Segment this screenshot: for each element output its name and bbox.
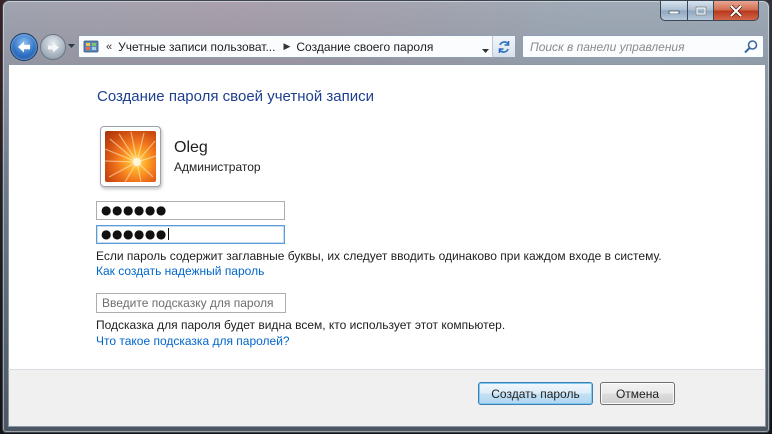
back-arrow-icon bbox=[18, 41, 30, 53]
page-title: Создание пароля своей учетной записи bbox=[97, 88, 375, 105]
control-panel-icon bbox=[83, 39, 99, 55]
search-icon[interactable] bbox=[743, 39, 759, 55]
user-picture bbox=[105, 131, 156, 182]
search-box[interactable]: Поиск в панели управления bbox=[522, 35, 764, 58]
text-caret bbox=[167, 228, 169, 240]
breadcrumb-create-password[interactable]: Создание своего пароля bbox=[296, 40, 433, 54]
chevron-down-icon bbox=[67, 44, 75, 48]
refresh-button[interactable] bbox=[492, 35, 516, 58]
breadcrumb-user-accounts[interactable]: Учетные записи пользоват... bbox=[118, 40, 275, 54]
password-hint-field[interactable]: Введите подсказку для пароля bbox=[96, 293, 286, 313]
caption-buttons bbox=[660, 1, 759, 21]
user-role: Администратор bbox=[174, 160, 261, 174]
back-button[interactable] bbox=[10, 33, 38, 61]
address-bar[interactable]: « Учетные записи пользоват... ▶ Создание… bbox=[78, 35, 494, 58]
password-hint-placeholder: Введите подсказку для пароля bbox=[102, 296, 274, 310]
confirm-password-field[interactable]: ●●●●●● bbox=[96, 225, 285, 244]
chevron-down-icon bbox=[482, 49, 489, 53]
breadcrumb-separator[interactable]: ▶ bbox=[283, 41, 290, 52]
minimize-button[interactable] bbox=[660, 1, 688, 21]
search-placeholder[interactable]: Поиск в панели управления bbox=[530, 40, 743, 54]
address-dropdown[interactable] bbox=[482, 42, 489, 56]
flower-picture-icon bbox=[105, 131, 156, 182]
breadcrumb-overflow[interactable]: « bbox=[106, 41, 112, 53]
forward-arrow-icon bbox=[47, 42, 59, 52]
close-icon bbox=[729, 4, 743, 17]
case-sensitivity-note: Если пароль содержит заглавные буквы, их… bbox=[96, 249, 662, 263]
content-pane: Создание пароля своей учетной записи Ole… bbox=[8, 64, 766, 370]
new-password-value: ●●●●●● bbox=[101, 203, 167, 217]
cancel-button[interactable]: Отмена bbox=[600, 382, 675, 405]
button-bar: Создать пароль Отмена bbox=[8, 369, 766, 427]
new-password-field[interactable]: ●●●●●● bbox=[96, 201, 285, 220]
hint-visibility-note: Подсказка для пароля будет видна всем, к… bbox=[96, 318, 506, 332]
forward-button[interactable] bbox=[40, 34, 66, 60]
confirm-password-value: ●●●●●● bbox=[101, 227, 167, 241]
recent-pages-dropdown[interactable] bbox=[67, 42, 75, 50]
refresh-icon bbox=[498, 40, 510, 53]
strong-password-link[interactable]: Как создать надежный пароль bbox=[96, 264, 264, 278]
close-button[interactable] bbox=[714, 1, 759, 21]
create-password-button[interactable]: Создать пароль bbox=[478, 382, 593, 405]
user-name: Oleg bbox=[174, 139, 208, 156]
hint-help-link[interactable]: Что такое подсказка для паролей? bbox=[96, 334, 290, 348]
avatar bbox=[100, 126, 161, 187]
maximize-button[interactable] bbox=[688, 1, 714, 21]
maximize-icon bbox=[695, 6, 706, 15]
minimize-icon bbox=[668, 10, 680, 14]
